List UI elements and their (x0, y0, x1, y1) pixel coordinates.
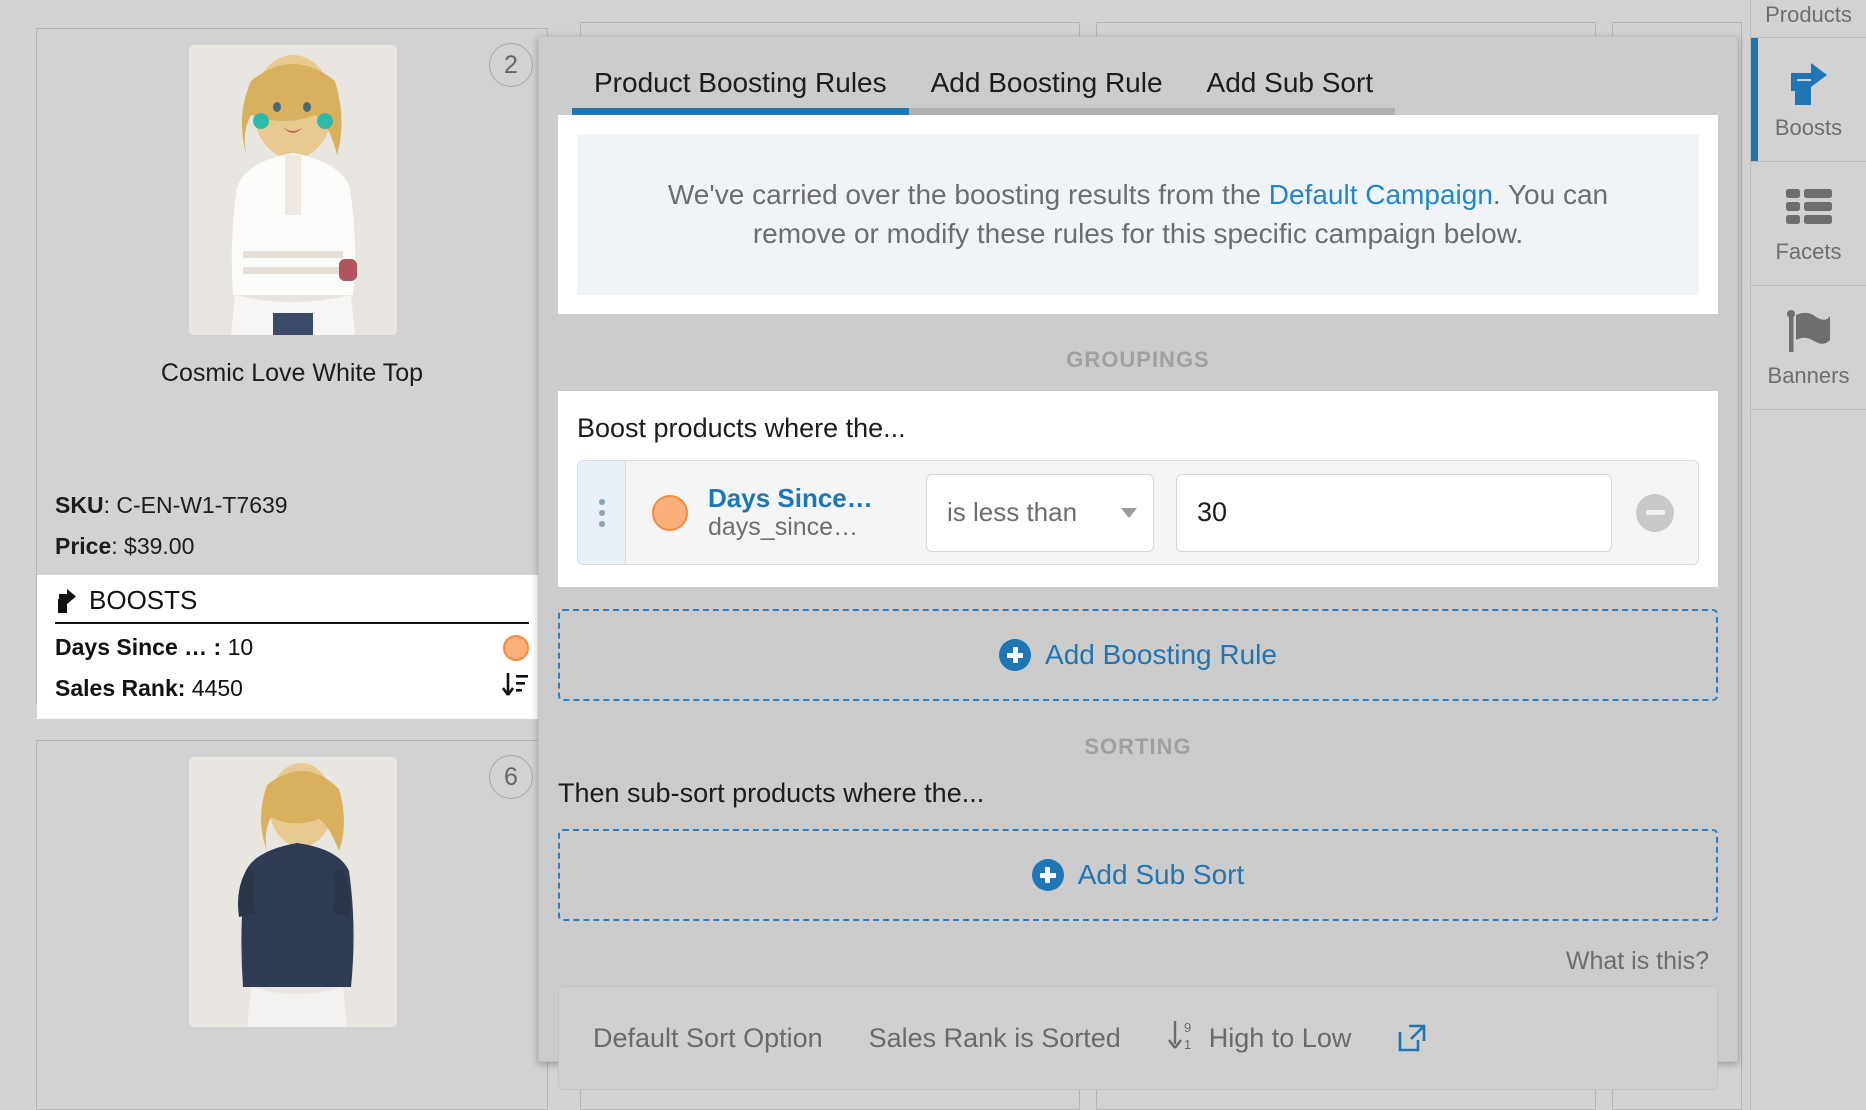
plus-circle-icon (1032, 859, 1064, 891)
default-sort-summary: Default Sort Option Sales Rank is Sorted… (558, 986, 1718, 1090)
sidebar-item-facets[interactable]: Facets (1751, 162, 1866, 286)
sidebar-item-boosts[interactable]: Boosts (1751, 38, 1866, 162)
notice-card: We've carried over the boosting results … (558, 115, 1718, 314)
groupings-section-label: GROUPINGS (539, 314, 1737, 391)
boost-arrow-icon (1789, 59, 1829, 107)
facets-list-icon (1786, 183, 1832, 231)
product-photo-navy-tshirt (189, 757, 397, 1027)
product-card[interactable]: 6 Fringe Until You Navy T-Shirt (36, 740, 548, 1110)
svg-text:1: 1 (1184, 1037, 1191, 1052)
add-boosting-rule-label: Add Boosting Rule (1045, 639, 1277, 671)
groupings-prompt: Boost products where the... (577, 405, 1699, 460)
product-rank-badge: 6 (489, 755, 533, 799)
boost-row: Days Since … : 10 (55, 624, 529, 661)
product-meta: SKU: C-EN-W1-T7639 Price: $39.00 (55, 485, 288, 567)
sidebar-item-label: Products (1765, 2, 1852, 28)
groupings-card: Boost products where the... Days Since… … (558, 391, 1718, 587)
notice-text-before: We've carried over the boosting results … (668, 179, 1269, 210)
add-boosting-rule-button[interactable]: Add Boosting Rule (558, 609, 1718, 701)
sidebar-item-label: Banners (1768, 363, 1850, 389)
product-image (189, 45, 397, 335)
app-root: 2 (0, 0, 1866, 1110)
product-boosts-panel: BOOSTS Days Since … : 10 Sales Rank: 445… (37, 575, 547, 719)
rule-operator-value: is less than (947, 497, 1077, 528)
right-sidebar: Products Boosts (1750, 0, 1866, 1110)
orange-dot-icon (503, 635, 529, 661)
modal-body: We've carried over the boosting results … (539, 115, 1737, 1090)
boosts-panel-title: BOOSTS (89, 585, 197, 616)
chevron-down-icon (1121, 508, 1137, 518)
flag-icon (1786, 307, 1832, 355)
sort-direction-label: High to Low (1209, 1023, 1352, 1054)
rule-value: 30 (1197, 497, 1227, 528)
price-label: Price (55, 533, 111, 559)
drag-handle[interactable] (578, 461, 626, 564)
modal-tabs: Product Boosting Rules Add Boosting Rule… (539, 37, 1737, 115)
rule-value-input[interactable]: 30 (1176, 474, 1612, 552)
product-card[interactable]: 2 (36, 28, 548, 704)
remove-rule-button[interactable] (1636, 494, 1674, 532)
boost-value: 10 (228, 634, 254, 660)
product-photo-top-white (189, 45, 397, 335)
sorted-field-label: Sales Rank is Sorted (869, 1023, 1121, 1054)
tab-product-boosting-rules[interactable]: Product Boosting Rules (572, 67, 909, 115)
sidebar-item-label: Boosts (1775, 115, 1842, 141)
sidebar-item-products[interactable]: Products (1751, 0, 1866, 38)
add-sub-sort-label: Add Sub Sort (1078, 859, 1245, 891)
add-sub-sort-button[interactable]: Add Sub Sort (558, 829, 1718, 921)
boost-label: Days Since … : (55, 634, 221, 660)
sku-value: C-EN-W1-T7639 (116, 492, 287, 518)
product-rank-badge: 2 (489, 43, 533, 87)
sort-direction-group: 9 1 High to Low (1167, 1018, 1352, 1059)
boosting-rule-row: Days Since… days_since… is less than 30 (577, 460, 1699, 565)
sorting-section-label: SORTING (539, 701, 1737, 778)
boost-label: Sales Rank: (55, 675, 185, 701)
plus-circle-icon (999, 639, 1031, 671)
tab-add-boosting-rule[interactable]: Add Boosting Rule (909, 67, 1185, 115)
boost-row: Sales Rank: 4450 (55, 661, 529, 705)
sku-label: SKU (55, 492, 104, 518)
tab-add-sub-sort[interactable]: Add Sub Sort (1185, 67, 1396, 115)
sidebar-item-banners[interactable]: Banners (1751, 286, 1866, 410)
carryover-notice: We've carried over the boosting results … (577, 134, 1699, 295)
default-sort-option-label: Default Sort Option (593, 1023, 823, 1054)
sort-9-to-1-icon: 9 1 (1167, 1018, 1197, 1059)
field-color-swatch-icon (652, 495, 688, 531)
sidebar-item-label: Facets (1775, 239, 1841, 265)
sort-descending-icon (501, 671, 529, 705)
boosting-rules-modal: Product Boosting Rules Add Boosting Rule… (538, 36, 1738, 1062)
rule-field-key: days_since… (708, 513, 873, 543)
boost-value: 4450 (192, 675, 243, 701)
boost-arrow-icon (55, 589, 77, 613)
rule-remove-cell (1612, 494, 1698, 532)
price-value: $39.00 (124, 533, 194, 559)
sorting-prompt: Then sub-sort products where the... (539, 778, 1737, 815)
boosts-panel-header: BOOSTS (55, 585, 529, 624)
external-link-icon[interactable] (1397, 1023, 1427, 1053)
rule-operator-select[interactable]: is less than (926, 474, 1154, 552)
drag-dots-icon (599, 499, 605, 527)
what-is-this-link[interactable]: What is this? (539, 921, 1737, 986)
svg-text:9: 9 (1184, 1020, 1191, 1035)
product-image (189, 757, 397, 1027)
rule-field-name: Days Since… (708, 483, 873, 514)
default-campaign-link[interactable]: Default Campaign (1269, 179, 1493, 210)
rule-field[interactable]: Days Since… days_since… (626, 461, 926, 564)
product-title: Cosmic Love White Top (37, 359, 547, 388)
